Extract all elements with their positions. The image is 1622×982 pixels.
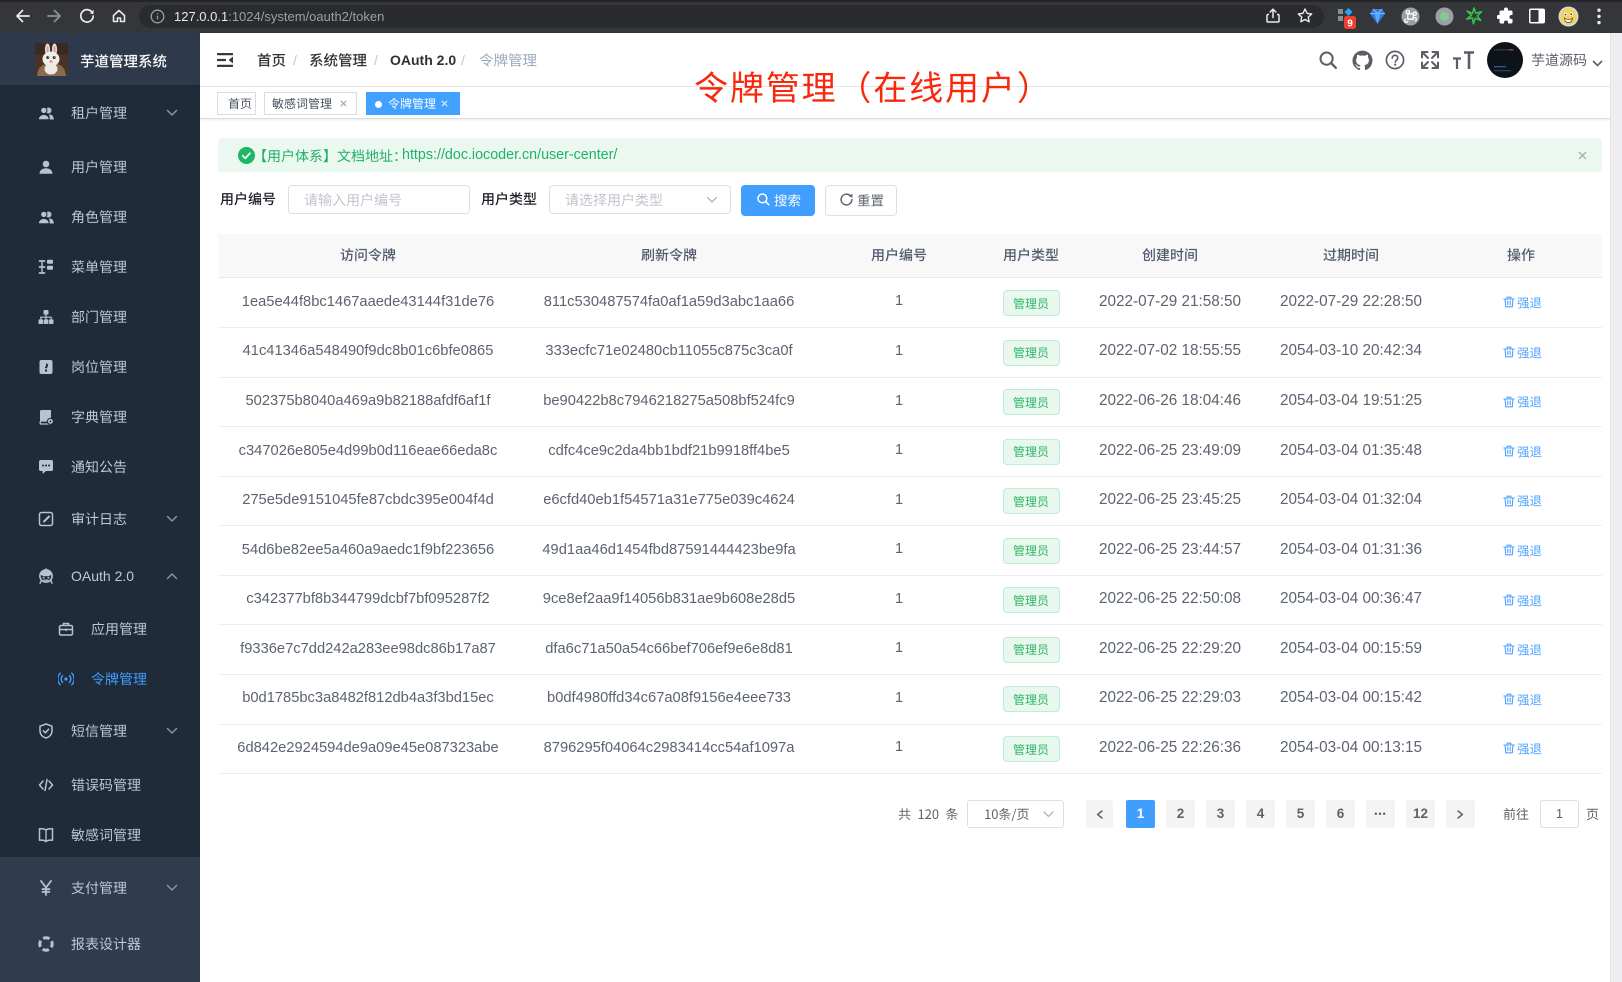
- svg-text:9: 9: [1347, 19, 1353, 30]
